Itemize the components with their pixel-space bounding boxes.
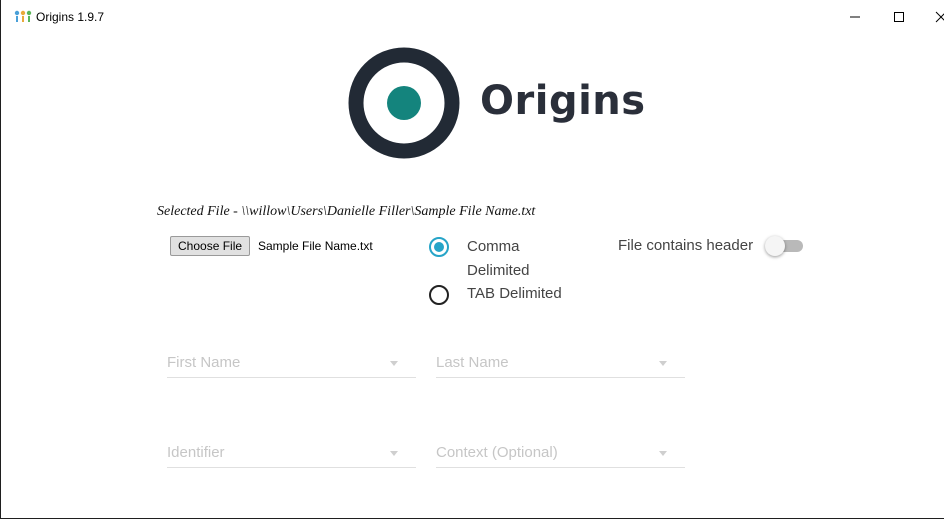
selected-file-prefix: Selected File -	[157, 204, 242, 219]
logo-wordmark: Origins	[480, 78, 646, 124]
identifier-placeholder: Identifier	[167, 444, 225, 461]
first-name-select[interactable]: First Name	[167, 352, 416, 378]
context-select[interactable]: Context (Optional)	[436, 442, 685, 468]
chevron-down-icon	[659, 361, 667, 366]
chosen-file-name: Sample File Name.txt	[258, 239, 373, 253]
maximize-button[interactable]	[885, 6, 913, 28]
comma-delimited-label[interactable]: Comma Delimited	[467, 235, 547, 283]
close-button[interactable]	[927, 6, 944, 28]
context-placeholder: Context (Optional)	[436, 444, 558, 461]
app-window: Origins 1.9.7 Origins Selected File - \\…	[0, 0, 944, 519]
origins-logo-icon	[348, 47, 460, 159]
tab-delimited-radio[interactable]	[429, 285, 449, 305]
tab-delimited-label[interactable]: TAB Delimited	[467, 282, 562, 306]
minimize-button[interactable]	[841, 6, 869, 28]
header-toggle-label: File contains header	[618, 237, 754, 254]
close-icon	[935, 11, 944, 23]
chevron-down-icon	[390, 451, 398, 456]
last-name-placeholder: Last Name	[436, 354, 509, 371]
selected-file-path: \\willow\Users\Danielle Filler\Sample Fi…	[241, 204, 536, 219]
chevron-down-icon	[659, 451, 667, 456]
chevron-down-icon	[390, 361, 398, 366]
selected-file-label: Selected File - \\willow\Users\Danielle …	[157, 204, 535, 220]
minimize-icon	[850, 16, 860, 18]
title-bar: Origins 1.9.7	[1, 0, 944, 30]
comma-delimited-radio[interactable]	[429, 237, 449, 257]
last-name-select[interactable]: Last Name	[436, 352, 685, 378]
first-name-placeholder: First Name	[167, 354, 241, 371]
window-title: Origins 1.9.7	[36, 10, 105, 24]
header-toggle-switch[interactable]	[765, 236, 785, 256]
maximize-icon	[894, 12, 904, 22]
choose-file-button[interactable]: Choose File	[170, 236, 251, 256]
identifier-select[interactable]: Identifier	[167, 442, 416, 468]
app-icon	[14, 10, 32, 22]
